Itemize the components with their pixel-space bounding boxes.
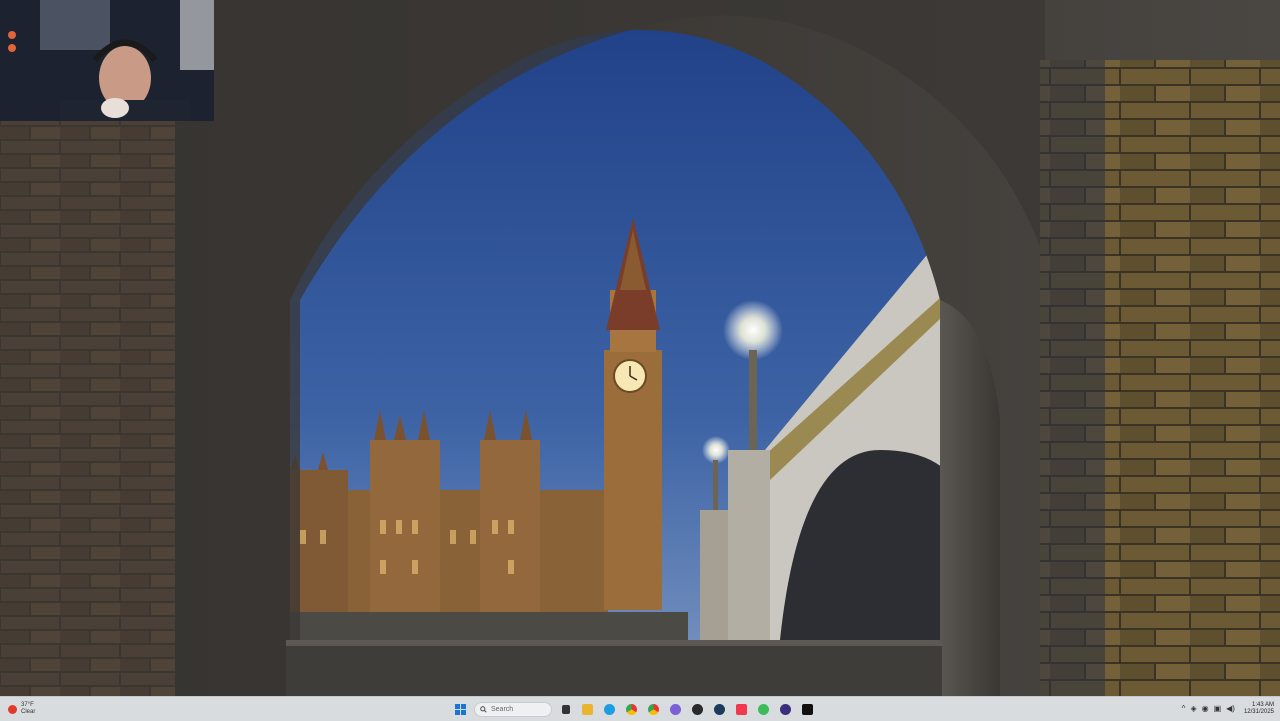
taskbar-app-whatsapp[interactable]: [755, 701, 772, 718]
taskbar-app-explorer[interactable]: [557, 701, 574, 718]
app-icon: [692, 703, 703, 715]
chrome-profile-icon: [670, 703, 681, 715]
capcut-icon: [802, 703, 813, 715]
taskbar-app-capcut[interactable]: [799, 701, 816, 718]
search-icon: [480, 705, 487, 713]
taskbar-apps: Search: [452, 698, 816, 720]
taskbar-app-edge[interactable]: [601, 701, 618, 718]
webcam-overlay: [0, 0, 214, 121]
volume-icon[interactable]: ◀): [1226, 705, 1235, 713]
webcam-feed: [0, 0, 214, 121]
taskbar: 37°F Clear Search ^ ◈ ◉ ▣ ◀) 1:43 AM 12/…: [0, 696, 1280, 721]
search-placeholder: Search: [491, 705, 514, 713]
network-icon[interactable]: ▣: [1214, 705, 1222, 713]
taskbar-app-chrome-profile[interactable]: [667, 701, 684, 718]
taskbar-app-music[interactable]: [733, 701, 750, 718]
weather-condition: Clear: [21, 709, 36, 715]
chrome-alt-icon: [648, 703, 659, 715]
chrome-icon: [626, 703, 637, 715]
windows-icon: [455, 703, 466, 715]
taskbar-app-folder[interactable]: [579, 701, 596, 718]
system-tray: ^ ◈ ◉ ▣ ◀) 1:43 AM 12/31/2025: [1182, 699, 1274, 719]
clock-date: 12/31/2025: [1243, 709, 1274, 715]
search-input[interactable]: Search: [474, 701, 552, 717]
sun-icon: [8, 704, 17, 714]
taskbar-app-obs[interactable]: [777, 701, 794, 718]
start-button[interactable]: [452, 701, 469, 718]
taskbar-app-generic[interactable]: [689, 701, 706, 718]
tray-app-icon[interactable]: ◈: [1190, 705, 1196, 713]
file-explorer-icon: [561, 704, 570, 714]
clock-time: 1:43 AM: [1251, 702, 1274, 708]
taskbar-app-steam[interactable]: [711, 701, 728, 718]
whatsapp-icon: [758, 703, 769, 715]
obs-icon: [780, 703, 791, 715]
clock[interactable]: 1:43 AM 12/31/2025: [1244, 702, 1274, 716]
weather-widget[interactable]: 37°F Clear: [8, 699, 35, 719]
edge-icon: [604, 703, 615, 715]
folder-icon: [582, 703, 593, 715]
chevron-up-icon[interactable]: ^: [1182, 705, 1186, 713]
weather-temp: 37°F: [21, 702, 34, 708]
music-icon: [736, 703, 747, 715]
taskbar-app-chrome[interactable]: [623, 701, 640, 718]
tray-app-icon-2[interactable]: ◉: [1202, 705, 1209, 713]
taskbar-app-chrome-alt[interactable]: [645, 701, 662, 718]
steam-icon: [714, 703, 725, 715]
